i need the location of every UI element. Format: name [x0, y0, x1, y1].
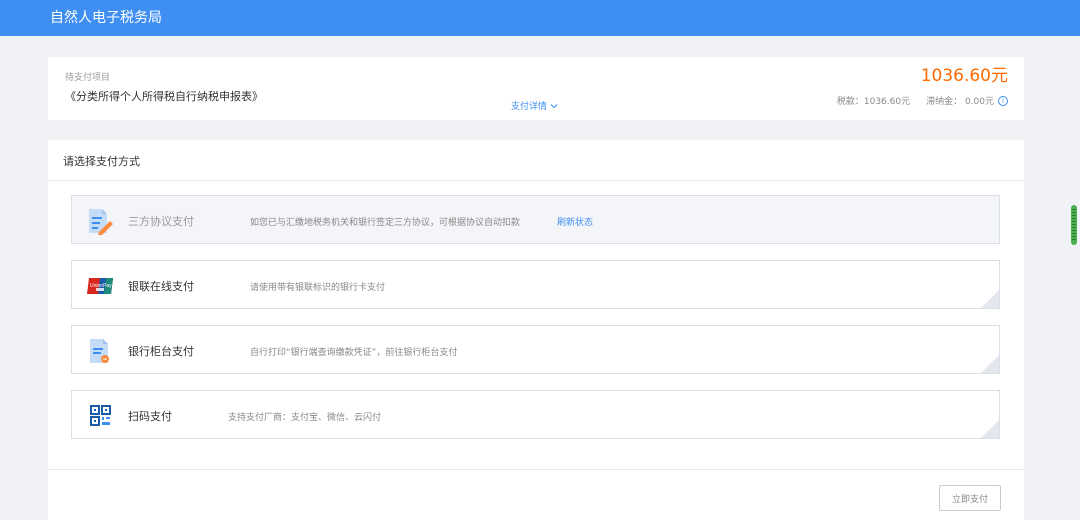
amount-breakdown: 税款：1036.60元 滞纳金： 0.00元 i — [837, 94, 1008, 107]
payment-option-bank-counter[interactable]: 银行柜台支付 自行打印“银行端查询缴款凭证”，前往银行柜台支付 — [71, 325, 1000, 374]
info-icon[interactable]: i — [998, 95, 1008, 106]
late-fee-amount: 滞纳金： 0.00元 — [926, 97, 994, 107]
tax-amount: 税款：1036.60元 — [836, 97, 911, 107]
scrollbar-thumb[interactable] — [1071, 205, 1077, 245]
pay-now-button[interactable]: 立即支付 — [939, 485, 1001, 511]
payment-summary: 待支付项目 《分类所得个人所得税自行纳税申报表》 支付详情 1036.60元 税… — [48, 57, 1024, 120]
bank-voucher-icon — [86, 337, 114, 365]
payment-detail-link[interactable]: 支付详情 — [511, 99, 558, 112]
agreement-icon — [86, 207, 114, 235]
footer-divider — [48, 469, 1024, 470]
payment-detail-label: 支付详情 — [511, 102, 548, 112]
option-description: 请使用带有银联标识的银行卡支付 — [250, 283, 386, 293]
unionpay-icon: UnionPay — [86, 272, 114, 300]
section-divider — [48, 180, 1024, 181]
option-name: 三方协议支付 — [128, 215, 194, 228]
pending-label: 待支付项目 — [65, 73, 111, 83]
option-description: 支持支付厂商：支付宝、微信、云闪付 — [228, 413, 382, 423]
app-title: 自然人电子税务局 — [50, 10, 162, 26]
option-name: 扫码支付 — [128, 410, 172, 423]
chevron-down-icon — [550, 102, 558, 112]
corner-check-marker — [981, 346, 999, 373]
payment-option-agreement[interactable]: 三方协议支付 如您已与汇缴地税务机关和银行签定三方协议，可根据协议自动扣款 刷新… — [71, 195, 1000, 244]
option-name: 银行柜台支付 — [128, 345, 194, 358]
option-description: 自行打印“银行端查询缴款凭证”，前往银行柜台支付 — [250, 348, 458, 358]
section-title: 请选择支付方式 — [63, 155, 140, 168]
qr-code-icon — [86, 402, 114, 430]
corner-check-marker — [981, 281, 999, 308]
option-name: 银联在线支付 — [128, 280, 194, 293]
pending-item-name: 《分类所得个人所得税自行纳税申报表》 — [65, 90, 263, 103]
total-amount: 1036.60元 — [920, 66, 1008, 86]
payment-method-card: 请选择支付方式 三方协议支付 如您已与汇缴地税务机关和银行签定三方协议，可根据协… — [48, 140, 1024, 520]
top-bar: 自然人电子税务局 — [0, 0, 1080, 36]
payment-option-qr-scan[interactable]: 扫码支付 支持支付厂商：支付宝、微信、云闪付 — [71, 390, 1000, 439]
payment-option-unionpay[interactable]: UnionPay 银联在线支付 请使用带有银联标识的银行卡支付 — [71, 260, 1000, 309]
refresh-status-link[interactable]: 刷新状态 — [557, 215, 593, 228]
corner-check-marker — [981, 411, 999, 438]
option-description: 如您已与汇缴地税务机关和银行签定三方协议，可根据协议自动扣款 — [250, 218, 521, 228]
